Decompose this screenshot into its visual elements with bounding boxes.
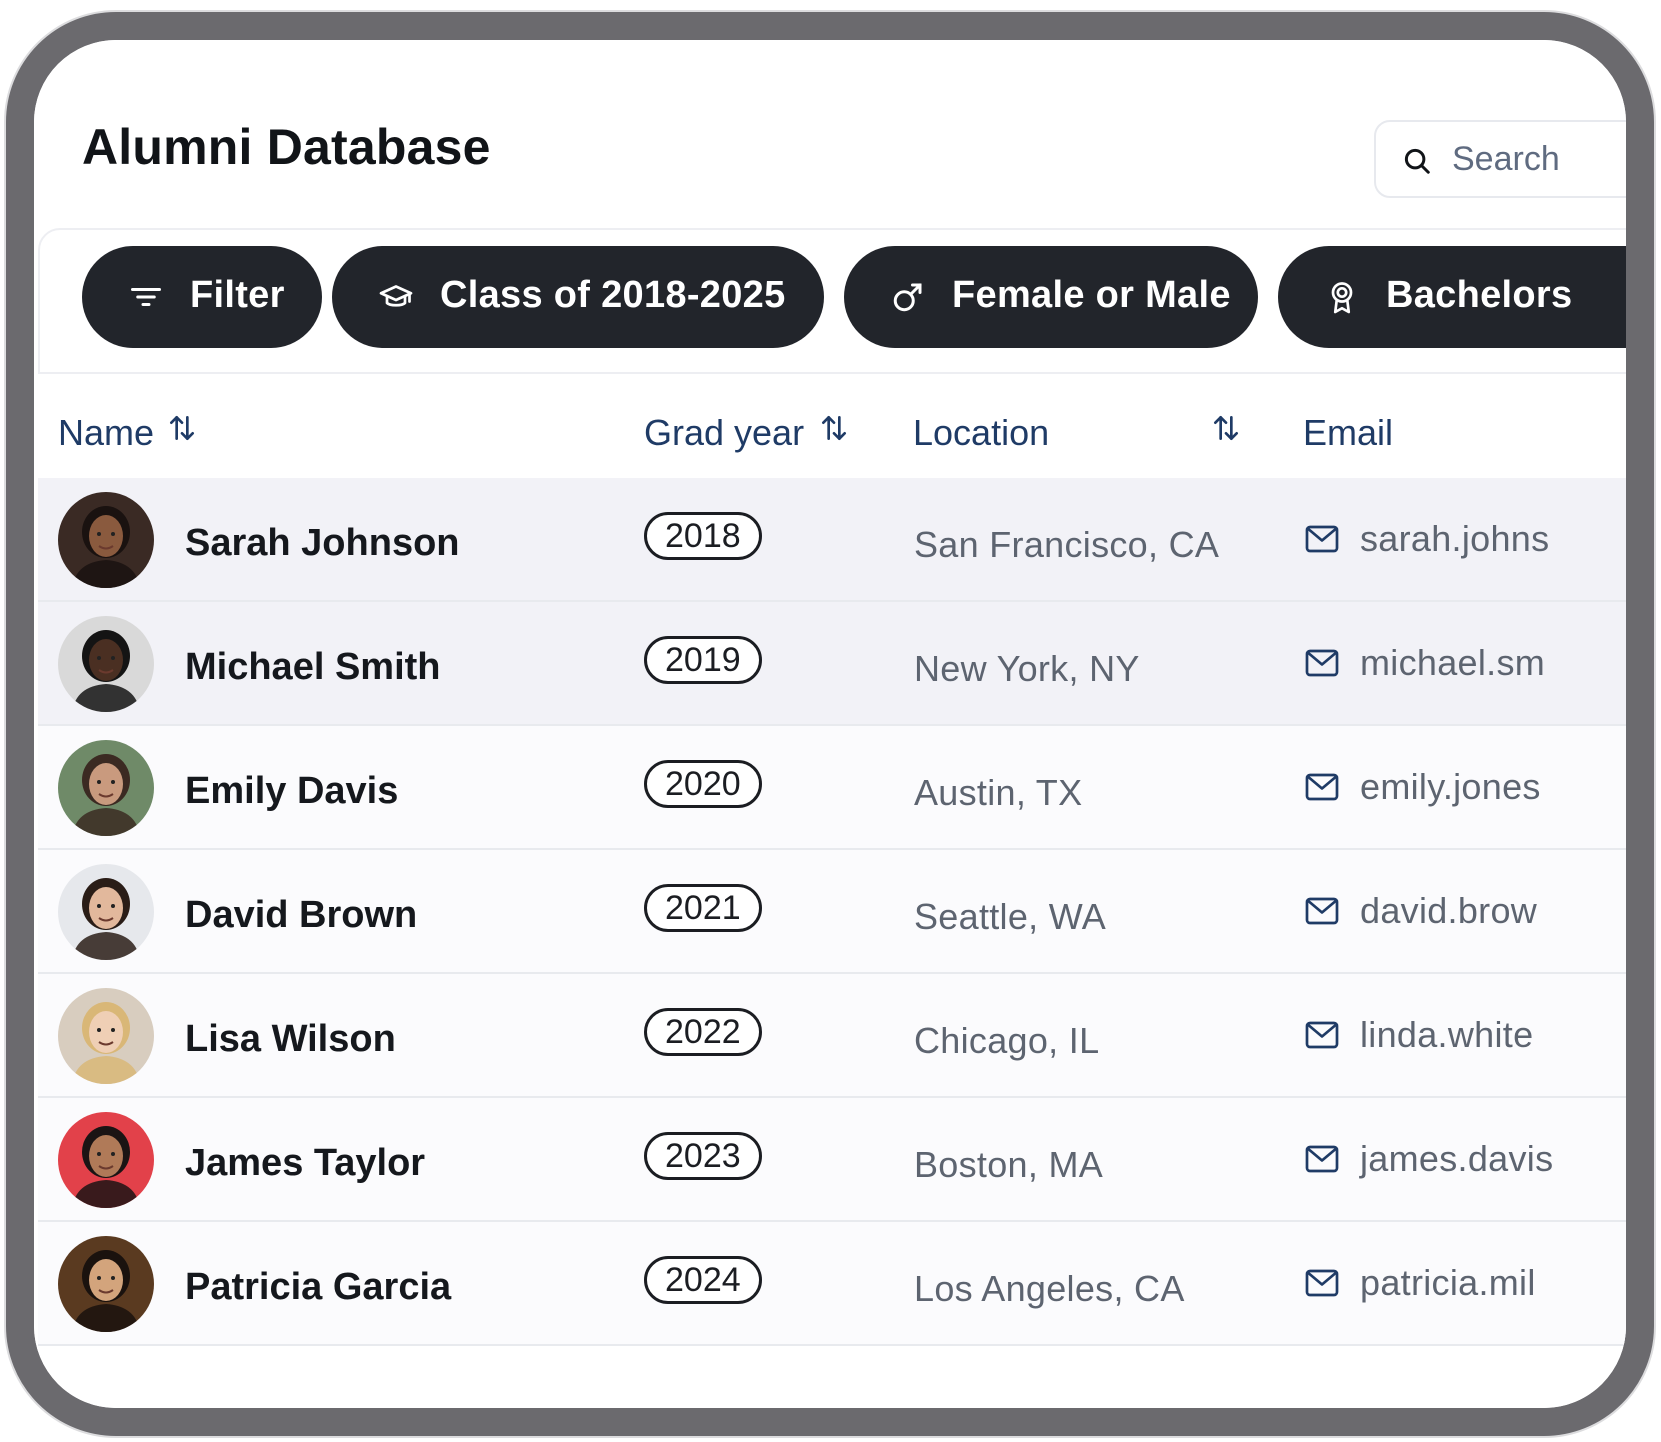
- location-text: Chicago, IL: [914, 1020, 1100, 1061]
- column-header-grad-year[interactable]: Grad year: [644, 412, 804, 454]
- class-year-filter-chip[interactable]: Class of 2018-2025: [332, 246, 824, 348]
- gender-male-icon: [893, 283, 922, 312]
- filter-button-label: Filter: [190, 274, 285, 316]
- app-screen: Alumni Database Search Filter Class of 2…: [34, 40, 1626, 1408]
- sort-icon[interactable]: [818, 410, 850, 446]
- alumni-name[interactable]: David Brown: [185, 894, 417, 937]
- email-link[interactable]: michael.sm: [1360, 642, 1545, 684]
- grad-year-badge: 2018: [644, 512, 762, 560]
- location-text: Austin, TX: [914, 772, 1083, 813]
- avatar-portrait: [58, 1112, 154, 1208]
- search-input[interactable]: Search: [1374, 120, 1626, 198]
- table-row[interactable]: Lisa Wilson 2022 Chicago, IL linda.white: [38, 974, 1626, 1098]
- graduation-cap-icon: [379, 285, 413, 307]
- table-row[interactable]: James Taylor 2023 Boston, MA james.davis: [38, 1098, 1626, 1222]
- avatar-portrait: [58, 1236, 154, 1332]
- alumni-name[interactable]: Patricia Garcia: [185, 1266, 451, 1309]
- gender-filter-chip[interactable]: Female or Male: [844, 246, 1258, 348]
- email-link[interactable]: linda.white: [1360, 1014, 1533, 1056]
- avatar-portrait: [58, 988, 154, 1084]
- device-frame: Alumni Database Search Filter Class of 2…: [6, 12, 1654, 1436]
- avatar-portrait: [58, 616, 154, 712]
- column-header-name[interactable]: Name: [58, 412, 154, 454]
- location-text: New York, NY: [914, 648, 1140, 689]
- location-text: Boston, MA: [914, 1144, 1104, 1185]
- avatar: [58, 1236, 154, 1332]
- mail-icon: [1305, 897, 1339, 925]
- column-header-location[interactable]: Location: [913, 412, 1049, 454]
- table-row[interactable]: Michael Smith 2019 New York, NY michael.sm: [38, 602, 1626, 726]
- location-text: San Francisco, CA: [914, 524, 1220, 565]
- avatar: [58, 864, 154, 960]
- sort-icon[interactable]: [166, 410, 198, 446]
- email-link[interactable]: david.brow: [1360, 890, 1537, 932]
- class-year-filter-label: Class of 2018-2025: [440, 274, 786, 316]
- alumni-name[interactable]: James Taylor: [185, 1142, 425, 1185]
- table-row[interactable]: Emily Davis 2020 Austin, TX emily.jones: [38, 726, 1626, 850]
- mail-icon: [1305, 649, 1339, 677]
- table-row[interactable]: David Brown 2021 Seattle, WA david.brow: [38, 850, 1626, 974]
- search-placeholder: Search: [1452, 140, 1560, 178]
- alumni-name[interactable]: Sarah Johnson: [185, 522, 460, 565]
- filter-button[interactable]: Filter: [82, 246, 322, 348]
- award-ribbon-icon: [1331, 282, 1353, 314]
- avatar: [58, 1112, 154, 1208]
- mail-icon: [1305, 773, 1339, 801]
- column-header-email[interactable]: Email: [1303, 412, 1393, 454]
- table-row[interactable]: Sarah Johnson 2018 San Francisco, CA sarah.…: [38, 478, 1626, 602]
- alumni-name[interactable]: Lisa Wilson: [185, 1018, 396, 1061]
- grad-year-badge: 2022: [644, 1008, 762, 1056]
- table-row[interactable]: Patricia Garcia 2024 Los Angeles, CA patric…: [38, 1222, 1626, 1346]
- email-link[interactable]: sarah.johns: [1360, 518, 1549, 560]
- grad-year-badge: 2019: [644, 636, 762, 684]
- mail-icon: [1305, 525, 1339, 553]
- mail-icon: [1305, 1145, 1339, 1173]
- grad-year-badge: 2020: [644, 760, 762, 808]
- avatar-portrait: [58, 864, 154, 960]
- email-link[interactable]: james.davis: [1360, 1138, 1553, 1180]
- location-text: Seattle, WA: [914, 896, 1107, 937]
- search-icon: [1404, 148, 1430, 174]
- email-link[interactable]: emily.jones: [1360, 766, 1541, 808]
- mail-icon: [1305, 1021, 1339, 1049]
- degree-filter-chip[interactable]: Bachelors: [1278, 246, 1626, 348]
- grad-year-badge: 2021: [644, 884, 762, 932]
- avatar: [58, 740, 154, 836]
- grad-year-badge: 2023: [644, 1132, 762, 1180]
- location-text: Los Angeles, CA: [914, 1268, 1185, 1309]
- alumni-name[interactable]: Emily Davis: [185, 770, 398, 813]
- email-link[interactable]: patricia.mil: [1360, 1262, 1536, 1304]
- avatar: [58, 492, 154, 588]
- alumni-name[interactable]: Michael Smith: [185, 646, 441, 689]
- gender-filter-label: Female or Male: [952, 274, 1231, 316]
- avatar: [58, 988, 154, 1084]
- filter-lines-icon: [131, 288, 161, 306]
- avatar-portrait: [58, 492, 154, 588]
- avatar: [58, 616, 154, 712]
- table-header: Name Grad year Location Email: [34, 376, 1626, 476]
- sort-icon[interactable]: [1210, 410, 1242, 446]
- grad-year-badge: 2024: [644, 1256, 762, 1304]
- avatar-portrait: [58, 740, 154, 836]
- mail-icon: [1305, 1269, 1339, 1297]
- degree-filter-label: Bachelors: [1386, 274, 1573, 316]
- page-title: Alumni Database: [82, 119, 491, 175]
